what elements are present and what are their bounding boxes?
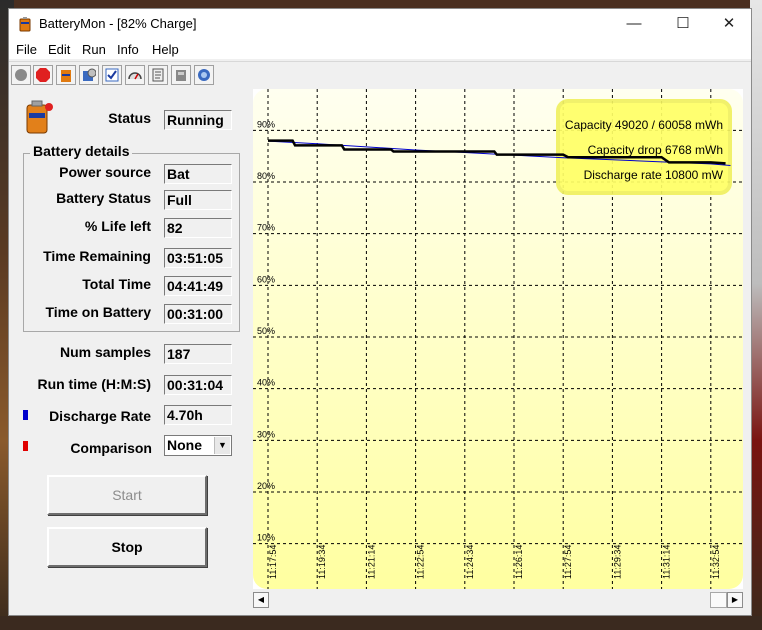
record-icon[interactable] [11,65,31,85]
time-on-battery-value: 00:31:00 [164,304,232,324]
time-remaining-label: Time Remaining [43,248,151,264]
scroll-left-icon[interactable]: ◀ [253,592,269,608]
total-time-label: Total Time [82,276,151,292]
battery-details-title: Battery details [30,143,133,159]
y-tick-label: 80% [257,171,275,181]
menu-bar: File Edit Run Info Help [9,39,751,59]
export-icon[interactable] [171,65,191,85]
run-time-value: 00:31:04 [164,375,232,395]
y-tick-label: 30% [257,429,275,439]
discharge-rate-label: Discharge Rate [49,408,151,424]
status-value: Running [164,110,232,130]
annotation-text: Capacity 49020 / 60058 mWh [565,118,723,132]
x-tick-label: 11:19:34 [317,545,327,579]
life-left-label: % Life left [84,218,151,234]
desktop-background-bottom [0,616,762,630]
menu-help[interactable]: Help [152,42,179,57]
battery-logo-icon [26,100,53,134]
comparison-rate-select[interactable]: None ▼ [164,435,232,456]
minimize-button[interactable]: — [611,9,657,39]
status-label: Status [108,110,151,126]
time-on-battery-label: Time on Battery [45,304,151,320]
num-samples-value: 187 [164,344,232,364]
comparison-rate-label: Comparison Rate [70,440,152,456]
chevron-down-icon[interactable]: ▼ [214,437,230,454]
notes-icon[interactable] [148,65,168,85]
y-tick-label: 70% [257,223,275,233]
x-tick-label: 11:26:14 [514,545,524,579]
battery-status-label: Battery Status [56,190,151,206]
stop-button[interactable]: Stop [47,527,207,567]
battery-chart-svg: 90% 80% 70% 60% 50% 40% 30% 20% 10% 11:17:54 11:19… [253,89,743,589]
run-time-label: Run time (H:M:S) [37,376,151,392]
title-bar[interactable]: BatteryMon - [82% Charge] — ☐ ✕ [9,9,751,39]
total-time-value: 04:41:49 [164,276,232,296]
annotation-text: Discharge rate 10800 mW [584,168,724,182]
power-source-label: Power source [59,164,151,180]
annotation-text: Capacity drop 6768 mWh [588,143,723,157]
chart-horizontal-scrollbar[interactable]: ◀ ▶ [253,592,743,609]
x-tick-label: 11:21:14 [366,545,376,579]
battery-chart: 90% 80% 70% 60% 50% 40% 30% 20% 10% 11:17:54 11:19… [253,89,743,589]
y-tick-label: 90% [257,119,275,129]
x-tick-label: 11:17:54 [268,545,278,579]
num-samples-label: Num samples [59,344,151,360]
menu-info[interactable]: Info [117,42,139,57]
y-tick-label: 50% [257,326,275,336]
battery-app-icon [19,17,31,32]
y-tick-label: 60% [257,274,275,284]
toolbar [9,61,751,88]
menu-run[interactable]: Run [82,42,106,57]
window-title: BatteryMon - [82% Charge] [39,16,197,31]
x-tick-label: 11:27:54 [563,545,573,579]
x-tick-label: 11:24:34 [465,545,475,579]
start-button[interactable]: Start [47,475,207,515]
discharge-rate-legend-mark [23,410,28,420]
battery-icon[interactable] [56,65,76,85]
stop-icon[interactable] [33,65,53,85]
maximize-button[interactable]: ☐ [660,9,706,39]
comparison-rate-selected: None [167,437,202,453]
x-tick-label: 11:22:54 [416,545,426,579]
x-tick-label: 11:31:14 [662,545,672,579]
x-tick-label: 11:32:54 [711,545,721,579]
comparison-rate-label-clip: Comparison Rate [49,439,152,457]
checklist-icon[interactable] [102,65,122,85]
menu-file[interactable]: File [16,42,37,57]
gauge-icon[interactable] [125,65,145,85]
close-button[interactable]: ✕ [706,9,752,39]
help-icon[interactable] [194,65,214,85]
scrollbar-thumb[interactable] [710,592,727,608]
discharge-rate-value: 4.70h [164,405,232,425]
batterymon-window: BatteryMon - [82% Charge] — ☐ ✕ File Edi… [8,8,752,616]
x-tick-label: 11:29:34 [612,545,622,579]
y-tick-label: 10% [257,533,275,543]
menu-edit[interactable]: Edit [48,42,70,57]
time-remaining-value: 03:51:05 [164,248,232,268]
scroll-right-icon[interactable]: ▶ [727,592,743,608]
settings-icon[interactable] [79,65,99,85]
y-tick-label: 40% [257,378,275,388]
life-left-value: 82 [164,218,232,238]
power-source-value: Bat [164,164,232,184]
battery-status-value: Full [164,190,232,210]
y-tick-label: 20% [257,481,275,491]
comparison-rate-legend-mark [23,441,28,451]
